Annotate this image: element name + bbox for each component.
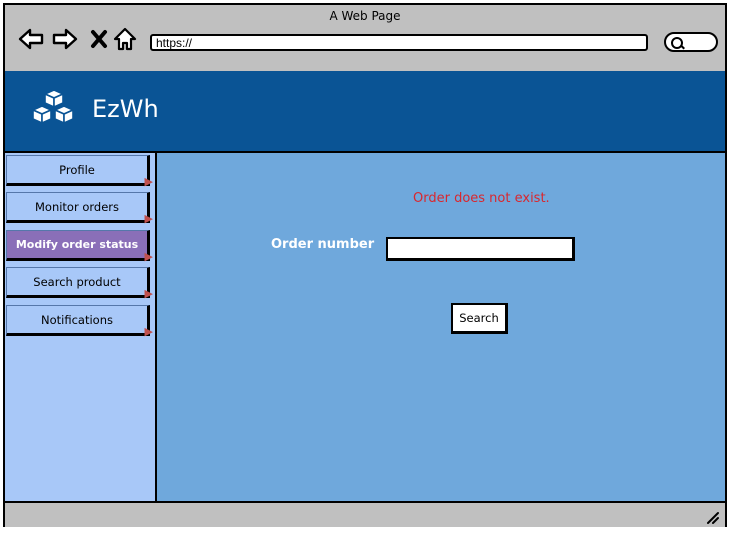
order-number-label: Order number xyxy=(271,237,375,252)
sidebar-item-label: Profile xyxy=(59,163,95,177)
home-icon[interactable] xyxy=(111,25,139,53)
arrow-icon: ▶ xyxy=(144,212,153,225)
sidebar-item-search-product[interactable]: Search product ▶ xyxy=(6,267,153,300)
arrow-icon: ▶ xyxy=(144,287,153,300)
sidebar: Profile ▶ Monitor orders ▶ Modify order … xyxy=(5,153,157,503)
sidebar-item-notifications[interactable]: Notifications ▶ xyxy=(6,305,153,338)
error-message: Order does not exist. xyxy=(413,191,550,206)
arrow-icon: ▶ xyxy=(144,325,153,338)
sidebar-item-modify-order-status[interactable]: Modify order status ▶ xyxy=(6,230,153,263)
close-icon[interactable] xyxy=(85,25,113,53)
url-input[interactable] xyxy=(150,34,648,51)
order-number-input[interactable] xyxy=(386,237,575,261)
sidebar-item-monitor-orders[interactable]: Monitor orders ▶ xyxy=(6,192,153,225)
sidebar-item-label: Modify order status xyxy=(15,238,139,251)
cubes-logo-icon xyxy=(29,89,77,130)
window-title: A Web Page xyxy=(329,9,401,23)
browser-window: A Web Page https:// EzWh Profile ▶ Monit… xyxy=(3,3,727,527)
sidebar-item-label: Search product xyxy=(33,275,121,289)
search-icon xyxy=(671,37,683,49)
sidebar-item-label: Notifications xyxy=(41,313,113,327)
search-button[interactable]: Search xyxy=(451,303,508,334)
sidebar-item-label: Monitor orders xyxy=(34,200,120,214)
brand-name: EzWh xyxy=(92,95,159,123)
arrow-icon: ▶ xyxy=(144,175,153,188)
content-area: Profile ▶ Monitor orders ▶ Modify order … xyxy=(5,151,725,503)
browser-toolbar: A Web Page xyxy=(5,5,725,71)
app-header: EzWh xyxy=(5,71,725,151)
resize-grip-icon[interactable] xyxy=(705,509,719,524)
browser-search-button[interactable] xyxy=(664,32,718,52)
arrow-right-icon[interactable] xyxy=(51,25,79,53)
sidebar-item-profile[interactable]: Profile ▶ xyxy=(6,155,153,188)
arrow-icon: ▶ xyxy=(144,250,153,263)
arrow-left-icon[interactable] xyxy=(17,25,45,53)
main-panel: Order does not exist. Order number Searc… xyxy=(155,153,725,503)
status-bar xyxy=(5,501,725,527)
